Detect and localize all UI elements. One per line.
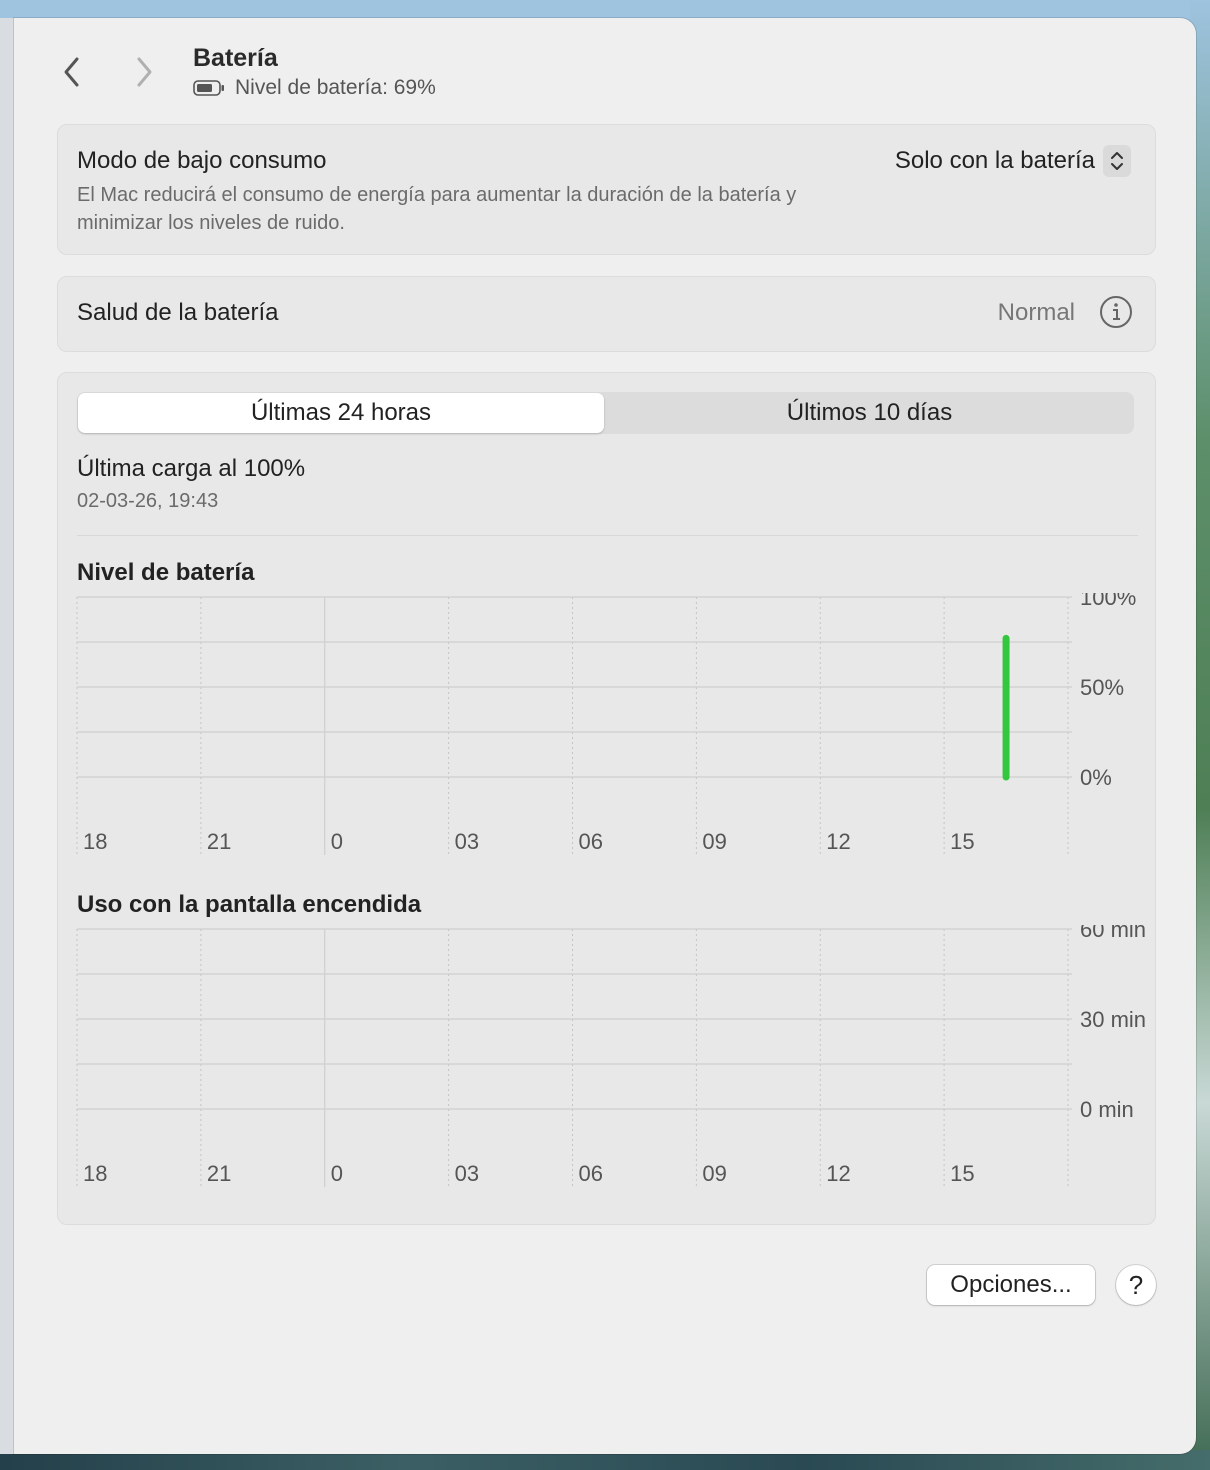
y-tick-label: 60 min (1080, 925, 1146, 942)
x-tick-label: 15 (950, 829, 974, 854)
low-power-select-value: Solo con la batería (894, 147, 1095, 174)
x-tick-label: 0 (331, 829, 343, 854)
low-power-card: Modo de bajo consumo El Mac reducirá el … (57, 124, 1156, 255)
battery-level-status: Nivel de batería: 69% (193, 76, 436, 100)
usage-card: Últimas 24 horas Últimos 10 días Última … (57, 372, 1156, 1225)
options-button[interactable]: Opciones... (927, 1265, 1095, 1305)
x-tick-label: 09 (702, 1161, 726, 1186)
period-segmented-control: Últimas 24 horas Últimos 10 días (77, 392, 1134, 434)
battery-level-chart-title: Nivel de batería (77, 559, 255, 586)
x-tick-label: 15 (950, 1161, 974, 1186)
battery-level-chart: 100% 50% 0% 18 21 0 03 06 09 12 15 (76, 593, 1136, 855)
x-tick-label: 03 (455, 1161, 479, 1186)
last-charge-label: Última carga al 100% (77, 455, 306, 482)
battery-health-label: Salud de la batería (77, 299, 279, 326)
battery-icon (193, 80, 224, 96)
battery-health-value: Normal (997, 299, 1075, 326)
x-tick-label: 12 (826, 829, 850, 854)
x-tick-label: 06 (579, 829, 603, 854)
y-tick-label: 100% (1080, 593, 1136, 610)
settings-window: Batería Nivel de batería: 69% Modo de ba… (14, 18, 1196, 1454)
low-power-select[interactable]: Solo con la batería (895, 145, 1131, 177)
screen-usage-chart-title: Uso con la pantalla encendida (77, 891, 422, 918)
help-button[interactable]: ? (1116, 1265, 1156, 1305)
low-power-label: Modo de bajo consumo (77, 147, 327, 174)
x-tick-label: 12 (826, 1161, 850, 1186)
x-tick-label: 18 (83, 1161, 107, 1186)
forward-button[interactable] (126, 52, 162, 92)
updown-chevron-icon (1103, 145, 1131, 177)
y-tick-label: 0% (1080, 765, 1112, 790)
x-tick-label: 06 (579, 1161, 603, 1186)
y-tick-label: 30 min (1080, 1007, 1146, 1032)
y-tick-label: 0 min (1080, 1097, 1134, 1122)
info-icon (1100, 296, 1132, 328)
battery-health-card: Salud de la batería Normal (57, 276, 1156, 352)
low-power-description: El Mac reducirá el consumo de energía pa… (77, 184, 797, 234)
x-tick-label: 03 (455, 829, 479, 854)
chevron-right-icon (137, 57, 152, 87)
battery-level-text: Nivel de batería: 69% (235, 76, 436, 99)
tab-last-10-days[interactable]: Últimos 10 días (605, 392, 1134, 434)
y-tick-label: 50% (1080, 675, 1124, 700)
screen-usage-chart: 60 min30 min0 min18210030609121512 mar13… (76, 925, 1146, 1187)
x-tick-label: 0 (331, 1161, 343, 1186)
divider (77, 535, 1138, 536)
page-title: Batería (193, 44, 278, 72)
chevron-left-icon (64, 57, 79, 87)
x-tick-label: 21 (207, 829, 231, 854)
x-tick-label: 18 (83, 829, 107, 854)
x-tick-label: 21 (207, 1161, 231, 1186)
tab-last-24-hours[interactable]: Últimas 24 horas (78, 393, 604, 433)
x-tick-label: 09 (702, 829, 726, 854)
last-charge-date: 02-03-26, 19:43 (77, 490, 219, 512)
back-button[interactable] (54, 52, 90, 92)
info-button[interactable] (1099, 295, 1133, 329)
